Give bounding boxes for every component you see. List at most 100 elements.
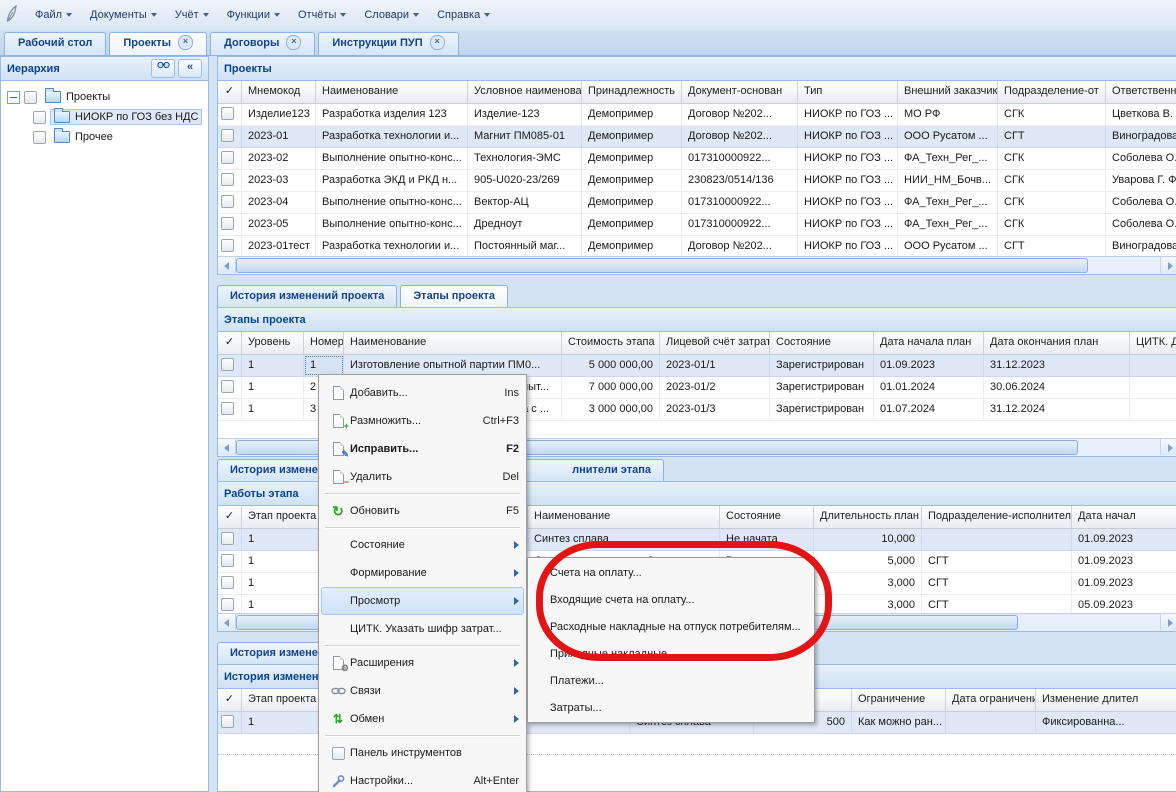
column-header[interactable]: Подразделение-от bbox=[998, 81, 1106, 103]
menu-dictionaries[interactable]: Словари bbox=[355, 5, 428, 25]
menu-help[interactable]: Справка bbox=[428, 5, 499, 25]
column-header[interactable]: Наименование bbox=[316, 81, 468, 103]
menu-item-view[interactable]: Просмотр bbox=[321, 587, 524, 615]
row-checkbox[interactable] bbox=[221, 576, 234, 589]
collapse-node-icon[interactable] bbox=[7, 91, 20, 104]
column-header[interactable]: Мнемокод bbox=[242, 81, 316, 103]
toolbar-checkbox-icon[interactable] bbox=[326, 747, 350, 760]
table-row-selected[interactable]: 2023-01Разработка технологии и... Магнит… bbox=[218, 126, 1176, 148]
menu-item-extensions[interactable]: ⚙ Расширения bbox=[321, 649, 524, 677]
menu-item-exchange[interactable]: ⇅ Обмен bbox=[321, 705, 524, 733]
row-checkbox[interactable] bbox=[221, 151, 234, 164]
menu-item-delete[interactable]: − УдалитьDel bbox=[321, 463, 524, 491]
row-checkbox[interactable] bbox=[221, 358, 234, 371]
menu-item-edit[interactable]: ✎ Исправить...F2 bbox=[321, 435, 524, 463]
row-checkbox[interactable] bbox=[221, 195, 234, 208]
column-header[interactable]: Ответственный bbox=[1106, 81, 1176, 103]
row-checkbox[interactable] bbox=[221, 532, 234, 545]
submenu-item-payments[interactable]: Платежи... bbox=[528, 668, 814, 695]
node-checkbox[interactable] bbox=[24, 91, 37, 104]
tab-projects[interactable]: Проекты× bbox=[109, 32, 207, 55]
row-checkbox[interactable] bbox=[221, 402, 234, 415]
close-icon[interactable]: × bbox=[178, 35, 193, 50]
tab-contracts[interactable]: Договоры× bbox=[210, 32, 315, 55]
check-column-header[interactable]: ✓ bbox=[218, 506, 242, 528]
column-header[interactable]: Наименование bbox=[528, 506, 720, 528]
scroll-right-icon[interactable] bbox=[1160, 439, 1176, 455]
menu-reports[interactable]: Отчёты bbox=[289, 5, 355, 25]
column-header[interactable]: Уровень bbox=[242, 332, 304, 354]
submenu-item-costs[interactable]: Затраты... bbox=[528, 695, 814, 722]
scroll-right-icon[interactable] bbox=[1160, 257, 1176, 273]
table-row[interactable]: 2023-05Выполнение опытно-конс... Дредноу… bbox=[218, 214, 1176, 236]
tab-desktop[interactable]: Рабочий стол bbox=[4, 32, 106, 55]
column-header-sorted[interactable]: Длительность план bbox=[814, 506, 922, 528]
check-column-header[interactable]: ✓ bbox=[218, 689, 242, 711]
scroll-left-icon[interactable] bbox=[218, 614, 236, 630]
row-checkbox[interactable] bbox=[221, 239, 234, 252]
row-checkbox[interactable] bbox=[221, 173, 234, 186]
close-icon[interactable]: × bbox=[430, 35, 445, 50]
column-header[interactable]: Изменение длител bbox=[1036, 689, 1176, 711]
column-header[interactable]: Внешний заказчик bbox=[898, 81, 998, 103]
table-row[interactable]: 2023-03Разработка ЭКД и РКД н... 905-U02… bbox=[218, 170, 1176, 192]
menu-item-duplicate[interactable]: + Размножить...Ctrl+F3 bbox=[321, 407, 524, 435]
menu-documents[interactable]: Документы bbox=[81, 5, 166, 25]
column-header[interactable]: Состояние bbox=[720, 506, 814, 528]
tree-node-projects[interactable]: Проекты bbox=[7, 87, 208, 107]
column-header[interactable]: Дата начал bbox=[1072, 506, 1176, 528]
node-checkbox[interactable] bbox=[33, 111, 46, 124]
menu-item-add[interactable]: Добавить...Ins bbox=[321, 379, 524, 407]
column-header[interactable]: Лицевой счёт затрат. bbox=[660, 332, 770, 354]
column-header[interactable]: Наименование bbox=[344, 332, 562, 354]
column-header[interactable]: Стоимость этапа bbox=[562, 332, 660, 354]
column-header[interactable]: ЦИТК. Д bbox=[1130, 332, 1176, 354]
column-header[interactable]: Тип bbox=[798, 81, 898, 103]
scroll-right-icon[interactable] bbox=[1160, 614, 1176, 630]
row-checkbox[interactable] bbox=[221, 715, 234, 728]
horizontal-scrollbar[interactable] bbox=[218, 256, 1176, 274]
table-row[interactable]: Изделие123Разработка изделия 123 Изделие… bbox=[218, 104, 1176, 126]
menu-item-links[interactable]: Связи bbox=[321, 677, 524, 705]
row-checkbox[interactable] bbox=[221, 217, 234, 230]
row-checkbox[interactable] bbox=[221, 598, 234, 611]
column-header[interactable]: Документ-основан bbox=[682, 81, 798, 103]
menu-file[interactable]: Файл bbox=[26, 5, 81, 25]
column-header[interactable]: Дата окончания план bbox=[984, 332, 1130, 354]
column-header[interactable]: Ограничение bbox=[852, 689, 946, 711]
column-header[interactable]: Дата ограничения bbox=[946, 689, 1036, 711]
menu-accounting[interactable]: Учёт bbox=[166, 5, 218, 25]
column-header[interactable]: Номер bbox=[304, 332, 344, 354]
menu-item-settings[interactable]: Настройки...Alt+Enter bbox=[321, 767, 524, 792]
row-checkbox[interactable] bbox=[221, 554, 234, 567]
menu-item-toolbar[interactable]: Панель инструментов bbox=[321, 739, 524, 767]
menu-item-citk-cost-code[interactable]: ЦИТК. Указать шифр затрат... bbox=[321, 615, 524, 643]
table-row[interactable]: 2023-02Выполнение опытно-конс... Техноло… bbox=[218, 148, 1176, 170]
tree-node-other[interactable]: Прочее bbox=[7, 127, 208, 147]
menu-item-refresh[interactable]: ↻ ОбновитьF5 bbox=[321, 497, 524, 525]
tab-project-stages[interactable]: Этапы проекта bbox=[400, 285, 508, 307]
row-checkbox[interactable] bbox=[221, 380, 234, 393]
menu-functions[interactable]: Функции bbox=[218, 5, 289, 25]
close-icon[interactable]: × bbox=[286, 35, 301, 50]
row-checkbox[interactable] bbox=[221, 129, 234, 142]
check-column-header[interactable]: ✓ bbox=[218, 81, 242, 103]
column-header[interactable]: Условное наименова bbox=[468, 81, 582, 103]
tab-project-history[interactable]: История изменений проекта bbox=[217, 285, 397, 307]
check-column-header[interactable]: ✓ bbox=[218, 332, 242, 354]
column-header[interactable]: Состояние bbox=[770, 332, 874, 354]
collapse-panel-icon[interactable]: « bbox=[178, 59, 202, 78]
scroll-left-icon[interactable] bbox=[218, 257, 236, 273]
tab-instructions[interactable]: Инструкции ПУП× bbox=[318, 32, 458, 55]
menu-item-state[interactable]: Состояние bbox=[321, 531, 524, 559]
row-checkbox[interactable] bbox=[221, 107, 234, 120]
tree-node-niokr[interactable]: НИОКР по ГОЗ без НДС bbox=[7, 107, 208, 127]
column-header[interactable]: Дата начала план bbox=[874, 332, 984, 354]
search-icon[interactable] bbox=[151, 59, 175, 78]
menu-item-formation[interactable]: Формирование bbox=[321, 559, 524, 587]
node-checkbox[interactable] bbox=[33, 131, 46, 144]
column-header[interactable]: Подразделение-исполнитель.. bbox=[922, 506, 1072, 528]
table-row[interactable]: 2023-04Выполнение опытно-конс... Вектор-… bbox=[218, 192, 1176, 214]
scroll-left-icon[interactable] bbox=[218, 439, 236, 455]
column-header[interactable]: Принадлежность bbox=[582, 81, 682, 103]
